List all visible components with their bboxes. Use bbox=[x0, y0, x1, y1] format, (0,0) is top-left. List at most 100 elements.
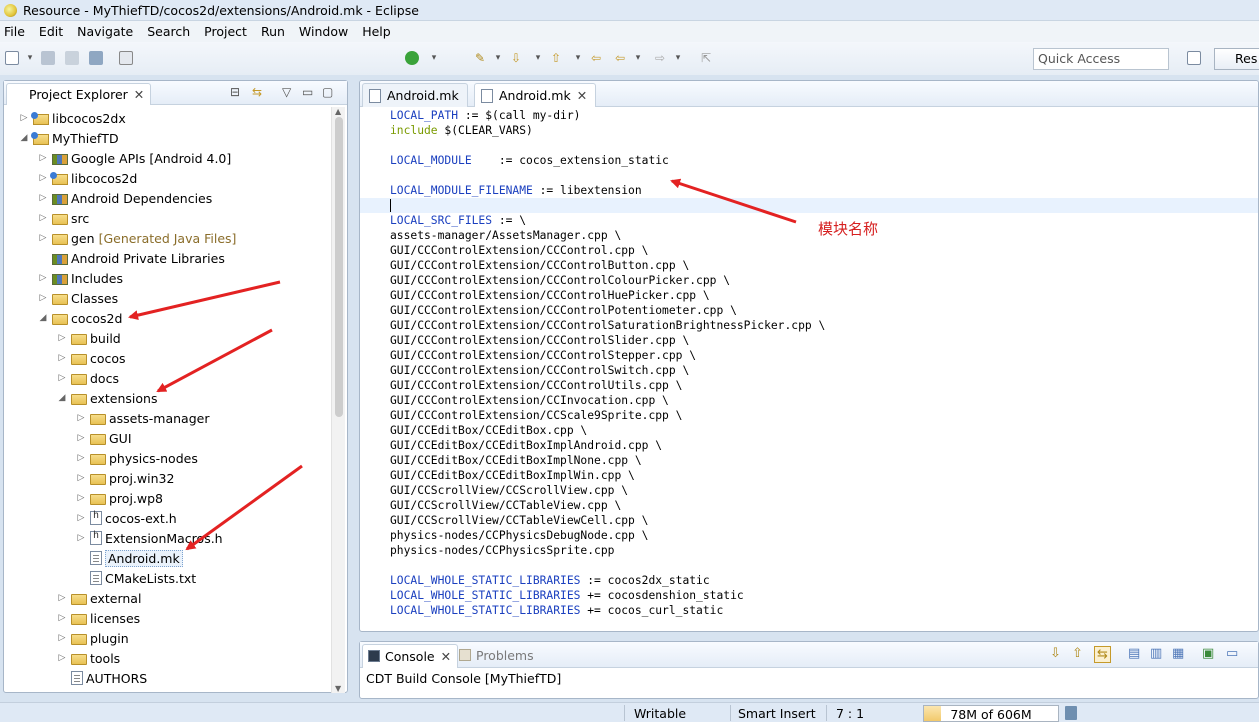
tree-item[interactable]: ◢ cocos2d bbox=[37, 308, 123, 328]
tab-console[interactable]: Console ✕ bbox=[362, 644, 459, 668]
menu-help[interactable]: Help bbox=[362, 24, 391, 39]
forward-icon[interactable]: ⇨ bbox=[650, 48, 670, 68]
tree-item[interactable]: ▷ build bbox=[56, 328, 121, 348]
tree-item[interactable]: ▷ plugin bbox=[56, 628, 129, 648]
collapsed-arrow-icon[interactable]: ▷ bbox=[75, 433, 87, 443]
scroll-down-icon[interactable]: ▼ bbox=[335, 684, 341, 693]
tab-problems[interactable]: Problems bbox=[454, 644, 540, 668]
project-tree-scrollbar[interactable]: ▲ ▼ bbox=[331, 107, 345, 693]
tree-item[interactable]: ▷ cocos-ext.h bbox=[75, 508, 177, 528]
collapsed-arrow-icon[interactable]: ▷ bbox=[75, 533, 87, 543]
wand-icon[interactable]: ✎ bbox=[470, 48, 490, 68]
tree-item[interactable]: ▷ proj.wp8 bbox=[75, 488, 163, 508]
collapsed-arrow-icon[interactable]: ▷ bbox=[75, 473, 87, 483]
collapsed-arrow-icon[interactable]: ▷ bbox=[75, 453, 87, 463]
new-icon[interactable] bbox=[2, 48, 22, 68]
menu-edit[interactable]: Edit bbox=[39, 24, 63, 39]
tree-item[interactable]: ▷ libcocos2d bbox=[37, 168, 138, 188]
binary-icon[interactable] bbox=[116, 48, 136, 68]
save-all-icon[interactable] bbox=[62, 48, 82, 68]
tab-project-explorer[interactable]: Project Explorer ✕ bbox=[6, 83, 152, 105]
tree-item[interactable]: Android Private Libraries bbox=[37, 248, 225, 268]
scrollbar-thumb[interactable] bbox=[335, 117, 343, 417]
collapsed-arrow-icon[interactable]: ▷ bbox=[56, 593, 68, 603]
collapse-all-icon[interactable]: ⊟ bbox=[230, 85, 240, 99]
collapsed-arrow-icon[interactable]: ▷ bbox=[37, 273, 49, 283]
open-console-icon[interactable]: ▣ bbox=[1202, 646, 1214, 661]
tree-item[interactable]: ▷ Includes bbox=[37, 268, 123, 288]
garbage-collect-icon[interactable] bbox=[1065, 706, 1077, 720]
tree-item[interactable]: ▷ cocos bbox=[56, 348, 126, 368]
tree-item[interactable]: ◢ MyThiefTD bbox=[18, 128, 119, 148]
tree-item[interactable]: ▷ src bbox=[37, 208, 90, 228]
collapsed-arrow-icon[interactable]: ▷ bbox=[56, 373, 68, 383]
collapsed-arrow-icon[interactable]: ▷ bbox=[56, 613, 68, 623]
close-icon[interactable]: ✕ bbox=[441, 649, 451, 664]
expanded-arrow-icon[interactable]: ◢ bbox=[18, 133, 30, 143]
collapsed-arrow-icon[interactable]: ▷ bbox=[56, 653, 68, 663]
pin-editor-icon[interactable]: ⇱ bbox=[696, 48, 716, 68]
quick-access-input[interactable]: Quick Access bbox=[1033, 48, 1169, 70]
tab-android-mk-2[interactable]: Android.mk ✕ bbox=[474, 83, 597, 107]
close-icon[interactable]: ✕ bbox=[134, 87, 144, 102]
expanded-arrow-icon[interactable]: ◢ bbox=[37, 313, 49, 323]
prev-annotation-icon[interactable]: ⇧ bbox=[546, 48, 566, 68]
tree-item[interactable]: ▷ Android Dependencies bbox=[37, 188, 213, 208]
prev-annotation-dropdown-icon[interactable]: ▾ bbox=[568, 48, 588, 68]
scroll-lock-up-icon[interactable]: ⇧ bbox=[1072, 646, 1083, 661]
paste-icon[interactable]: ▥ bbox=[1150, 646, 1162, 661]
forward-dropdown-icon[interactable]: ▾ bbox=[668, 48, 688, 68]
collapsed-arrow-icon[interactable]: ▷ bbox=[37, 293, 49, 303]
collapsed-arrow-icon[interactable]: ▷ bbox=[75, 413, 87, 423]
collapsed-arrow-icon[interactable]: ▷ bbox=[37, 233, 49, 243]
pin-console-icon[interactable]: ⇆ bbox=[1094, 646, 1111, 663]
menu-file[interactable]: File bbox=[4, 24, 25, 39]
tree-item[interactable]: ▷ tools bbox=[56, 648, 121, 668]
menu-search[interactable]: Search bbox=[147, 24, 190, 39]
tree-item[interactable]: ▷ assets-manager bbox=[75, 408, 210, 428]
tree-item[interactable]: ▷ external bbox=[56, 588, 142, 608]
back-dropdown-icon[interactable]: ▾ bbox=[628, 48, 648, 68]
tree-item[interactable]: ▷ proj.win32 bbox=[75, 468, 175, 488]
collapsed-arrow-icon[interactable]: ▷ bbox=[37, 153, 49, 163]
tree-item[interactable]: ▷ gen [Generated Java Files] bbox=[37, 228, 237, 248]
tree-item[interactable]: Android.mk bbox=[75, 548, 183, 568]
tab-android-mk-1[interactable]: Android.mk bbox=[362, 83, 468, 107]
code-editor[interactable]: LOCAL_PATH := $(call my-dir) include $(CL… bbox=[360, 108, 1258, 631]
run-dropdown-icon[interactable]: ▾ bbox=[424, 48, 444, 68]
minimize-icon[interactable]: ▭ bbox=[302, 85, 313, 99]
next-annotation-dropdown-icon[interactable]: ▾ bbox=[528, 48, 548, 68]
tree-item[interactable]: ▷ ExtensionMacros.h bbox=[75, 528, 223, 548]
menu-run[interactable]: Run bbox=[261, 24, 285, 39]
tree-item[interactable]: ▷ docs bbox=[56, 368, 119, 388]
maximize-icon[interactable]: ▢ bbox=[322, 85, 333, 99]
close-icon[interactable]: ✕ bbox=[577, 88, 587, 103]
next-annotation-icon[interactable]: ⇩ bbox=[506, 48, 526, 68]
new-dropdown-icon[interactable]: ▾ bbox=[20, 48, 40, 68]
save-icon[interactable] bbox=[38, 48, 58, 68]
collapsed-arrow-icon[interactable]: ▷ bbox=[75, 513, 87, 523]
back-icon[interactable]: ⇦ bbox=[610, 48, 630, 68]
wand-dropdown-icon[interactable]: ▾ bbox=[488, 48, 508, 68]
print-icon[interactable] bbox=[86, 48, 106, 68]
collapsed-arrow-icon[interactable]: ▷ bbox=[56, 633, 68, 643]
menu-window[interactable]: Window bbox=[299, 24, 348, 39]
expanded-arrow-icon[interactable]: ◢ bbox=[56, 393, 68, 403]
tree-item[interactable]: ▷ physics-nodes bbox=[75, 448, 198, 468]
tree-item[interactable]: ▷ Google APIs [Android 4.0] bbox=[37, 148, 232, 168]
tree-item[interactable]: ▷ licenses bbox=[56, 608, 141, 628]
view-menu-icon[interactable]: ▽ bbox=[282, 85, 291, 99]
collapsed-arrow-icon[interactable]: ▷ bbox=[56, 333, 68, 343]
heap-status[interactable]: 78M of 606M bbox=[923, 705, 1059, 722]
tree-item[interactable]: CMakeLists.txt bbox=[75, 568, 196, 588]
collapsed-arrow-icon[interactable]: ▷ bbox=[37, 173, 49, 183]
run-icon[interactable] bbox=[402, 48, 422, 68]
copy-icon[interactable]: ▤ bbox=[1128, 646, 1140, 661]
collapsed-arrow-icon[interactable]: ▷ bbox=[75, 493, 87, 503]
collapsed-arrow-icon[interactable]: ▷ bbox=[37, 193, 49, 203]
tree-item[interactable]: ◢ extensions bbox=[56, 388, 158, 408]
menu-project[interactable]: Project bbox=[204, 24, 247, 39]
tree-item[interactable]: ▷ libcocos2dx bbox=[18, 108, 126, 128]
collapsed-arrow-icon[interactable]: ▷ bbox=[37, 213, 49, 223]
menu-navigate[interactable]: Navigate bbox=[77, 24, 133, 39]
